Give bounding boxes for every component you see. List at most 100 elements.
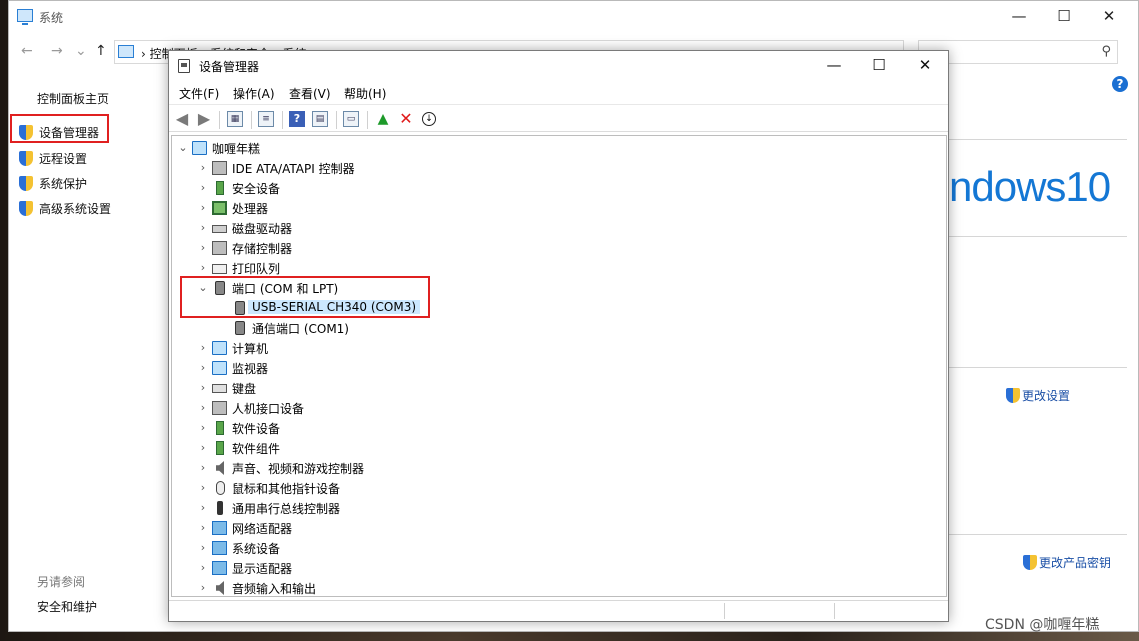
scan-hardware-icon[interactable]: ▭: [343, 111, 359, 127]
device-manager-window: 设备管理器 — ☐ ✕ 文件(F) 操作(A) 查看(V) 帮助(H) ◀ ▶ …: [168, 50, 949, 622]
menu-action[interactable]: 操作(A): [233, 85, 275, 102]
windows10-logo-text: ndows10: [949, 163, 1111, 210]
left-pane: 控制面板主页 设备管理器 远程设置 系统保护 高级系统设置: [9, 81, 169, 621]
divider: [949, 139, 1127, 140]
recent-chevron-icon[interactable]: ⌄: [75, 43, 87, 59]
divider: [949, 367, 1127, 368]
forward-arrow-icon[interactable]: →: [51, 43, 63, 59]
network-icon: [212, 521, 227, 535]
hid-icon: [212, 401, 227, 415]
printer-icon: [212, 264, 227, 274]
mouse-icon: [216, 481, 225, 495]
chevron-right-icon[interactable]: ›: [198, 161, 208, 174]
highlight-box-ports: [180, 276, 430, 318]
chevron-right-icon[interactable]: ›: [198, 361, 208, 374]
usb-icon: [217, 501, 223, 515]
help-icon[interactable]: ?: [289, 111, 305, 127]
chevron-right-icon[interactable]: ›: [198, 261, 208, 274]
sound-icon: [216, 461, 224, 475]
maximize-button[interactable]: ☐: [1054, 7, 1074, 25]
change-product-key-link[interactable]: 更改产品密钥: [1023, 554, 1111, 571]
menu-help[interactable]: 帮助(H): [344, 85, 386, 102]
security-device-icon: [216, 181, 224, 195]
show-hide-console-tree-icon[interactable]: ▦: [227, 111, 243, 127]
dm-maximize-button[interactable]: ☐: [869, 56, 889, 74]
toolbar-separator: [282, 111, 283, 129]
status-bar: [169, 600, 948, 621]
chevron-right-icon[interactable]: ›: [198, 441, 208, 454]
status-separator: [834, 603, 835, 619]
toolbar-separator: [251, 111, 252, 129]
chevron-right-icon[interactable]: ›: [198, 581, 208, 594]
chevron-right-icon[interactable]: ›: [198, 481, 208, 494]
chevron-down-icon[interactable]: ⌄: [178, 141, 188, 154]
device-tree[interactable]: ⌄ 咖喱年糕 › IDE ATA/ATAPI 控制器 › 安全设备 › 处理器 › 磁盘…: [171, 135, 947, 597]
system-title-bar: 系统 — ☐ ✕: [9, 1, 1138, 33]
chevron-right-icon[interactable]: ›: [198, 461, 208, 474]
advanced-settings-link[interactable]: 高级系统设置: [19, 200, 111, 220]
ide-controller-icon: [212, 161, 227, 175]
toolbar-separator: [219, 111, 220, 129]
divider: [949, 534, 1127, 535]
chevron-right-icon[interactable]: ›: [198, 501, 208, 514]
update-driver-icon[interactable]: ▲: [374, 110, 392, 128]
monitor-icon: [212, 361, 227, 375]
highlight-box-device-manager: [10, 114, 109, 143]
control-panel-home-link[interactable]: 控制面板主页: [37, 90, 109, 107]
shield-icon: [19, 201, 33, 216]
menu-view[interactable]: 查看(V): [289, 85, 331, 102]
chevron-right-icon[interactable]: ›: [198, 241, 208, 254]
chevron-right-icon[interactable]: ›: [198, 341, 208, 354]
up-arrow-icon[interactable]: ↑: [95, 43, 107, 59]
security-maintenance-link[interactable]: 安全和维护: [37, 598, 97, 615]
system-app-icon: [17, 9, 33, 25]
back-icon[interactable]: ◀: [173, 110, 191, 128]
computer-icon: [192, 141, 207, 155]
uninstall-icon[interactable]: ✕: [397, 110, 415, 128]
minimize-button[interactable]: —: [1009, 7, 1029, 25]
chevron-right-icon[interactable]: ›: [198, 561, 208, 574]
chevron-right-icon[interactable]: ›: [198, 541, 208, 554]
device-manager-app-icon: [178, 59, 190, 73]
system-protection-link[interactable]: 系统保护: [19, 175, 87, 195]
menu-file[interactable]: 文件(F): [179, 85, 219, 102]
device-manager-title: 设备管理器: [199, 60, 260, 74]
processor-icon: [212, 201, 227, 215]
shield-icon: [1023, 555, 1037, 570]
status-separator: [724, 603, 725, 619]
audio-io-icon: [216, 581, 224, 595]
chevron-right-icon[interactable]: ›: [198, 221, 208, 234]
forward-icon[interactable]: ▶: [195, 110, 213, 128]
computer-icon: [212, 341, 227, 355]
shield-icon: [19, 151, 33, 166]
view-icon[interactable]: ▤: [312, 111, 328, 127]
close-button[interactable]: ✕: [1099, 7, 1119, 25]
system-device-icon: [212, 541, 227, 555]
watermark: CSDN @咖喱年糕: [985, 617, 1100, 633]
download-icon[interactable]: ↓: [422, 112, 436, 126]
chevron-right-icon[interactable]: ›: [198, 381, 208, 394]
divider: [949, 236, 1127, 237]
chevron-right-icon[interactable]: ›: [198, 401, 208, 414]
dm-minimize-button[interactable]: —: [824, 56, 844, 74]
keyboard-icon: [212, 384, 227, 393]
chevron-right-icon[interactable]: ›: [198, 421, 208, 434]
system-window-title: 系统: [39, 11, 64, 25]
control-panel-icon: [118, 45, 134, 58]
properties-icon[interactable]: ≡: [258, 111, 274, 127]
display-adapter-icon: [212, 561, 227, 575]
change-settings-link[interactable]: 更改设置: [1006, 387, 1070, 404]
chevron-right-icon[interactable]: ›: [198, 201, 208, 214]
shield-icon: [19, 176, 33, 191]
back-arrow-icon[interactable]: ←: [21, 43, 33, 59]
device-manager-title-bar: 设备管理器 — ☐ ✕: [169, 51, 948, 81]
dm-close-button[interactable]: ✕: [915, 56, 935, 74]
shield-icon: [1006, 388, 1020, 403]
disk-drive-icon: [212, 225, 227, 233]
chevron-right-icon[interactable]: ›: [198, 521, 208, 534]
search-icon: ⚲: [1101, 44, 1111, 59]
remote-settings-link[interactable]: 远程设置: [19, 150, 87, 170]
chevron-right-icon[interactable]: ›: [198, 181, 208, 194]
software-component-icon: [216, 441, 224, 455]
help-icon[interactable]: ?: [1112, 76, 1128, 92]
